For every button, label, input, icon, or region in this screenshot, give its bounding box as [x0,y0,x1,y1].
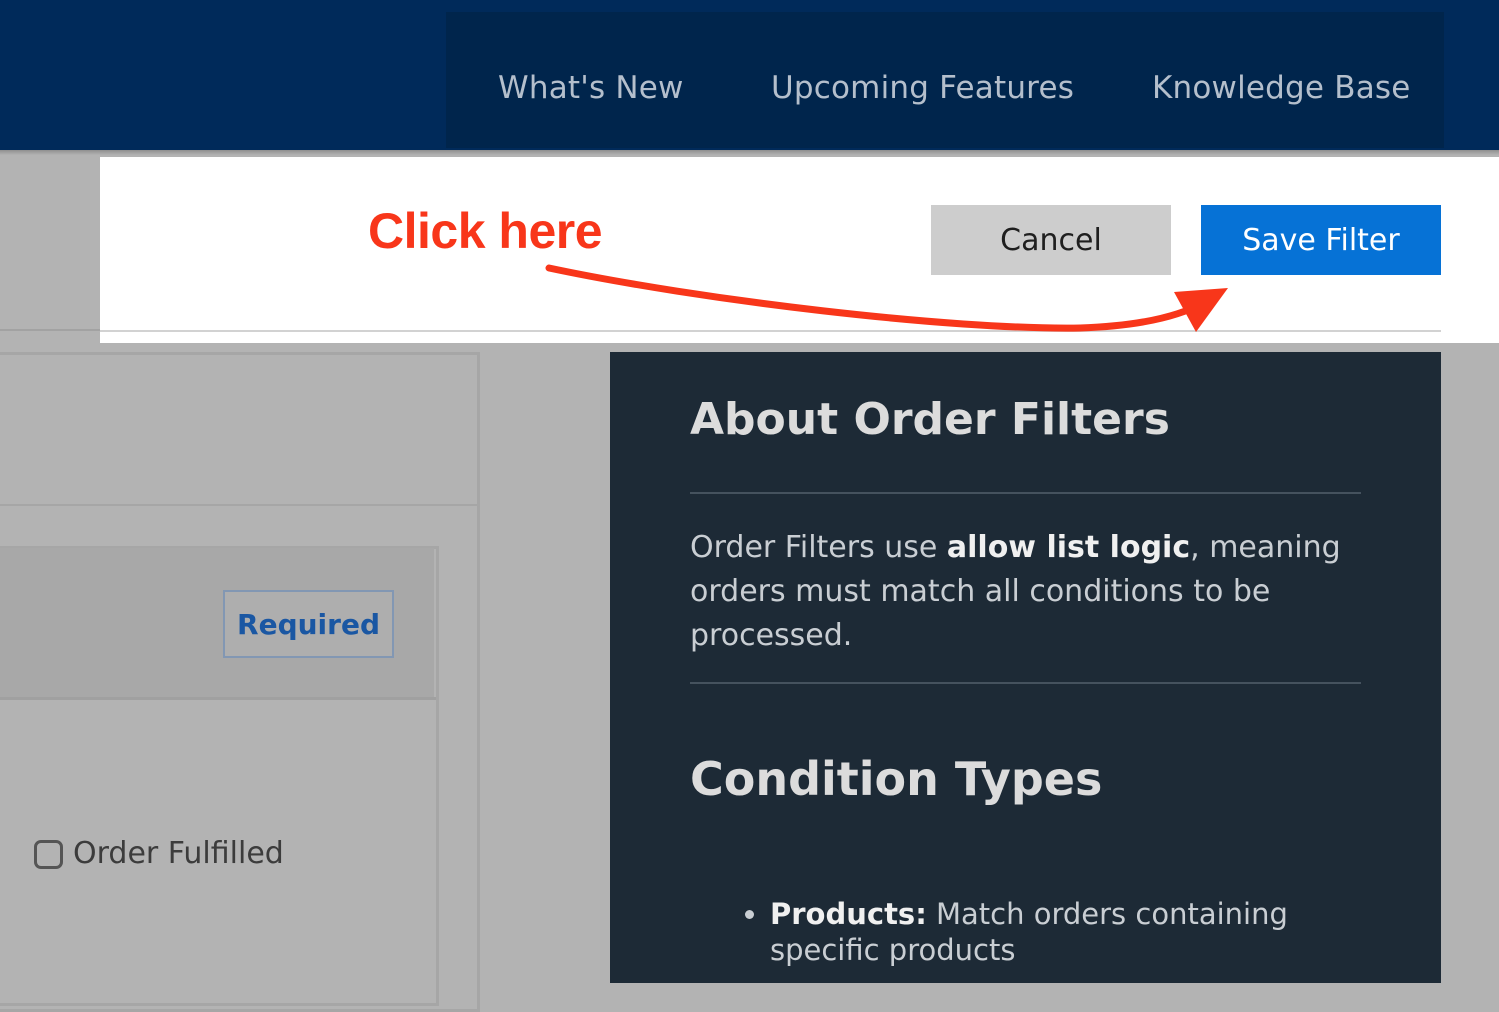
top-header: What's New Upcoming Features Knowledge B… [0,0,1499,150]
condition-types-heading: Condition Types [690,752,1103,806]
divider [0,697,436,700]
divider [100,330,1441,332]
list-item-term: Products: [770,897,927,931]
filter-action-bar: Cancel Save Filter [100,157,1499,343]
nav-knowledge-base[interactable]: Knowledge Base [1152,70,1411,106]
divider [0,504,480,506]
click-here-annotation: Click here [368,203,603,259]
save-filter-button[interactable]: Save Filter [1201,205,1441,275]
condition-types-list: Products: Match orders containing specif… [690,896,1370,968]
required-badge[interactable]: Required [223,590,394,658]
info-body-emphasis: allow list logic [946,530,1191,565]
nav-whats-new[interactable]: What's New [498,70,684,106]
header-shadow [0,150,1499,155]
divider [690,492,1361,494]
divider [690,682,1361,684]
list-item: Products: Match orders containing specif… [770,896,1370,968]
about-order-filters-panel: About Order Filters Order Filters use al… [610,352,1441,983]
nav-upcoming-features[interactable]: Upcoming Features [771,70,1074,106]
top-navigation: What's New Upcoming Features Knowledge B… [446,12,1444,148]
cancel-button[interactable]: Cancel [931,205,1171,275]
order-fulfilled-checkbox[interactable] [34,840,63,869]
divider [0,329,100,331]
info-body-prefix: Order Filters use [690,530,947,565]
info-title: About Order Filters [690,394,1170,445]
info-body: Order Filters use allow list logic, mean… [690,526,1350,658]
order-fulfilled-label[interactable]: Order Fulfilled [73,836,284,871]
